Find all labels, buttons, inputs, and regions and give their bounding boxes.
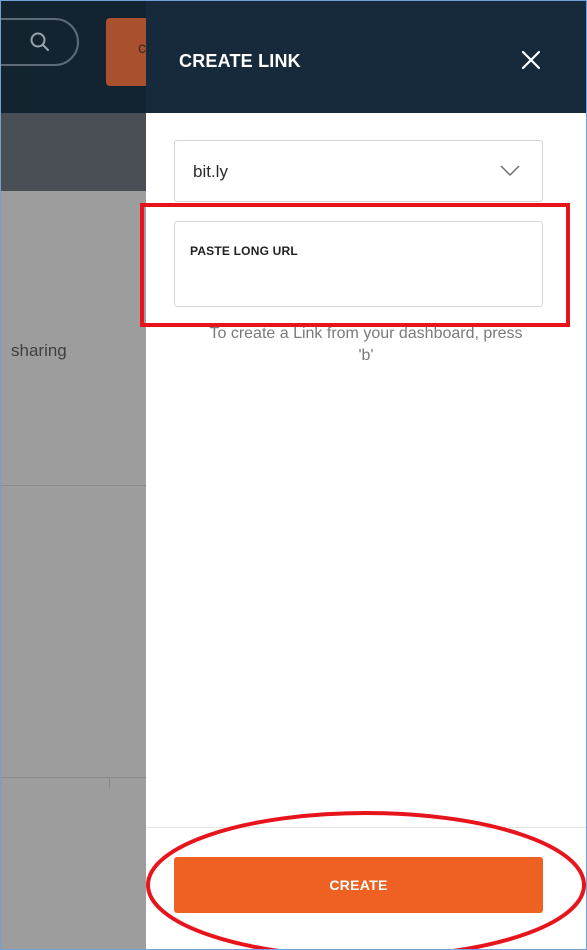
panel-title: CREATE LINK	[179, 51, 301, 71]
domain-select[interactable]: bit.ly	[174, 140, 543, 202]
background-search-box[interactable]	[1, 18, 79, 66]
search-icon[interactable]	[29, 31, 51, 53]
chevron-down-icon	[500, 165, 520, 177]
background-sub-bar	[1, 113, 146, 191]
background-content	[1, 191, 146, 949]
background-divider	[1, 485, 146, 486]
screenshot-frame: c sharing CREATE LINK bit.ly PASTE LONG …	[0, 0, 587, 950]
background-divider	[1, 777, 146, 778]
close-button[interactable]	[518, 47, 544, 73]
domain-select-value: bit.ly	[193, 162, 228, 181]
close-icon[interactable]	[518, 47, 544, 73]
background-create-button-label: c	[138, 40, 146, 57]
keyboard-shortcut-hint: To create a Link from your dashboard, pr…	[209, 325, 523, 364]
background-create-button[interactable]: c	[106, 18, 148, 86]
background-divider	[109, 777, 110, 789]
background-sharing-text: sharing	[11, 341, 67, 360]
create-button[interactable]: CREATE	[174, 857, 543, 913]
create-link-panel: CREATE LINK bit.ly PASTE LONG URL To cre…	[146, 1, 586, 949]
footer-divider	[146, 827, 586, 828]
background-top-bar: c	[1, 1, 148, 113]
annotation-highlight-rectangle	[140, 203, 570, 327]
panel-header: CREATE LINK	[146, 1, 586, 113]
